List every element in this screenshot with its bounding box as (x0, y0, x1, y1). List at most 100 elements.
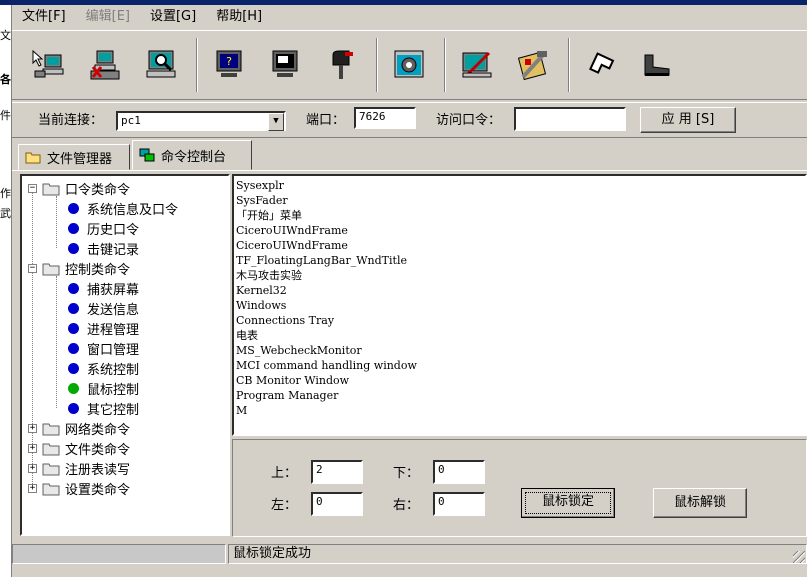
expand-icon[interactable]: + (28, 423, 37, 433)
list-item[interactable]: 电表 (236, 328, 803, 343)
list-item[interactable]: CiceroUIWndFrame (236, 238, 803, 253)
tree-group-settings[interactable]: + 设置类命令 (28, 478, 130, 498)
tree-label: 控制类命令 (65, 262, 131, 278)
list-item[interactable]: CiceroUIWndFrame (236, 223, 803, 238)
peek-text: 文 (0, 29, 11, 42)
toolbar: ? (12, 30, 807, 100)
list-item[interactable]: 木马攻击实验 (236, 268, 803, 283)
right-label: 右： (393, 498, 420, 513)
expand-icon[interactable]: + (28, 463, 37, 473)
list-item[interactable]: Windows (236, 298, 803, 313)
tree-item[interactable]: 历史口令 (68, 218, 139, 238)
window-list[interactable]: Sysexplr SysFader 「开始」菜单 CiceroUIWndFram… (232, 174, 807, 436)
bottom-input[interactable]: 0 (433, 460, 485, 484)
menu-help[interactable]: 帮助[H] (206, 5, 272, 29)
tree-item[interactable]: 其它控制 (68, 398, 139, 418)
folder-icon (42, 443, 60, 455)
console-pane: − 口令类命令 系统信息及口令 历史口令 击键记录 − 控制类命令 捕获屏幕 发… (12, 170, 807, 542)
boot-button[interactable] (634, 37, 680, 93)
menu-file[interactable]: 文件[F] (12, 5, 76, 29)
tree-item[interactable]: 捕获屏幕 (68, 278, 139, 298)
screen-icon (272, 50, 298, 77)
connect-button[interactable] (26, 37, 72, 93)
tree-group-registry[interactable]: + 注册表读写 (28, 458, 130, 478)
menu-edit[interactable]: 编辑[E] (76, 5, 140, 29)
top-input[interactable]: 2 (311, 460, 363, 484)
tree-item[interactable]: 系统信息及口令 (68, 198, 178, 218)
password-label: 访问口令： (436, 113, 502, 128)
tree-label: 口令类命令 (65, 182, 131, 198)
tree-item[interactable]: 发送信息 (68, 298, 139, 318)
folder-icon (42, 483, 60, 495)
menu-settings[interactable]: 设置[G] (140, 5, 206, 29)
tree-group-control[interactable]: − 控制类命令 (28, 258, 130, 278)
chevron-down-icon[interactable]: ▼ (268, 113, 284, 131)
list-item[interactable]: M (236, 403, 803, 418)
list-item[interactable]: TF_FloatingLangBar_WndTitle (236, 253, 803, 268)
tree-item[interactable]: 击键记录 (68, 238, 139, 258)
tree-label: 鼠标控制 (87, 382, 140, 398)
disconnect-button[interactable] (82, 37, 128, 93)
tab-label: 文件管理器 (47, 151, 113, 167)
list-item[interactable]: Kernel32 (236, 283, 803, 298)
collapse-icon[interactable]: − (28, 263, 37, 273)
mailbox-button[interactable] (318, 37, 364, 93)
toolbar-separator (196, 38, 198, 92)
list-item[interactable]: MS_WebcheckMonitor (236, 343, 803, 358)
blue-dot-icon (68, 322, 79, 334)
resize-grip-icon[interactable] (793, 551, 805, 563)
tree-item[interactable]: 系统控制 (68, 358, 139, 378)
tab-strip: 文件管理器 命令控制台 (12, 140, 807, 170)
blue-dot-icon (68, 282, 79, 294)
tree-group-password[interactable]: − 口令类命令 (28, 178, 130, 198)
expand-icon[interactable]: + (28, 443, 37, 453)
tree-item[interactable]: 进程管理 (68, 318, 139, 338)
port-input[interactable]: 7626 (354, 107, 416, 129)
left-input[interactable]: 0 (311, 492, 363, 516)
collapse-icon[interactable]: − (28, 183, 37, 193)
status-message: 鼠标锁定成功 (228, 544, 807, 564)
tab-command-console[interactable]: 命令控制台 (132, 140, 252, 170)
tree-item[interactable]: 窗口管理 (68, 338, 139, 358)
tree-group-network[interactable]: + 网络类命令 (28, 418, 130, 438)
tree-group-file[interactable]: + 文件类命令 (28, 438, 130, 458)
screen-button[interactable] (262, 37, 308, 93)
command-tree[interactable]: − 口令类命令 系统信息及口令 历史口令 击键记录 − 控制类命令 捕获屏幕 发… (20, 174, 230, 536)
toolbar-separator (444, 38, 446, 92)
search-computer-button[interactable] (138, 37, 184, 93)
blue-dot-icon (68, 402, 79, 414)
right-input[interactable]: 0 (433, 492, 485, 516)
menu-bar: 文件[F] 编辑[E] 设置[G] 帮助[H] (12, 5, 807, 29)
mailbox-icon (332, 50, 353, 79)
port-label: 端口： (306, 113, 346, 128)
edit-screen-button[interactable] (454, 37, 500, 93)
tree-label: 文件类命令 (65, 442, 131, 458)
mouse-lock-button[interactable]: 鼠标锁定 (521, 488, 615, 518)
settings-gear-icon (394, 50, 424, 78)
list-item[interactable]: Connections Tray (236, 313, 803, 328)
list-item[interactable]: MCI command handling window (236, 358, 803, 373)
list-item[interactable]: SysFader (236, 193, 803, 208)
tree-label: 捕获屏幕 (87, 282, 140, 298)
tree-label: 击键记录 (87, 242, 140, 258)
apply-button[interactable]: 应 用 [S] (640, 107, 736, 133)
connection-select[interactable]: pc1 ▼ (116, 111, 286, 131)
help-monitor-button[interactable]: ? (206, 37, 252, 93)
list-item[interactable]: CB Monitor Window (236, 373, 803, 388)
tools-button[interactable] (510, 37, 556, 93)
toolbar-separator (568, 38, 570, 92)
tree-item-selected[interactable]: 鼠标控制 (68, 378, 139, 398)
home-button[interactable] (578, 37, 624, 93)
main-window: 文 各 件 作 武 文件[F] 编辑[E] 设置[G] 帮助[H] ? 当前连接… (0, 0, 807, 577)
list-item[interactable]: Program Manager (236, 388, 803, 403)
password-input[interactable] (514, 107, 626, 131)
folder-icon (42, 463, 60, 475)
expand-icon[interactable]: + (28, 483, 37, 493)
mouse-control-panel: 上： 2 下： 0 左： 0 右： 0 鼠标锁定 鼠标解锁 (232, 439, 807, 537)
settings-button[interactable] (386, 37, 432, 93)
list-item[interactable]: Sysexplr (236, 178, 803, 193)
console-icon (139, 148, 155, 162)
tab-file-manager[interactable]: 文件管理器 (18, 144, 130, 170)
mouse-unlock-button[interactable]: 鼠标解锁 (653, 488, 747, 518)
list-item[interactable]: 「开始」菜单 (236, 208, 803, 223)
